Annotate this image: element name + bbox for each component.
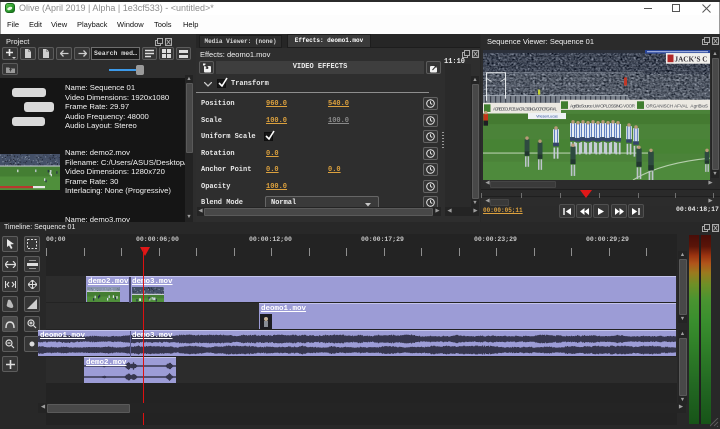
svg-text:JACK’S C: JACK’S C xyxy=(675,56,708,64)
svg-text:A griBioSource UW OPLOSSING VO: A griBioSource UW OPLOSSING VOOR xyxy=(570,103,636,108)
svg-text:VriesenLucas: VriesenLucas xyxy=(536,115,558,119)
svg-text:ORGANISCH AFVAL A griBioS: ORGANISCH AFVAL A griBioS xyxy=(646,103,708,108)
svg-text:AGRI BIOSOURCE UW OPLOSSING VO: AGRI BIOSOURCE UW OPLOSSING VOOR ORG AFV… xyxy=(493,107,558,112)
